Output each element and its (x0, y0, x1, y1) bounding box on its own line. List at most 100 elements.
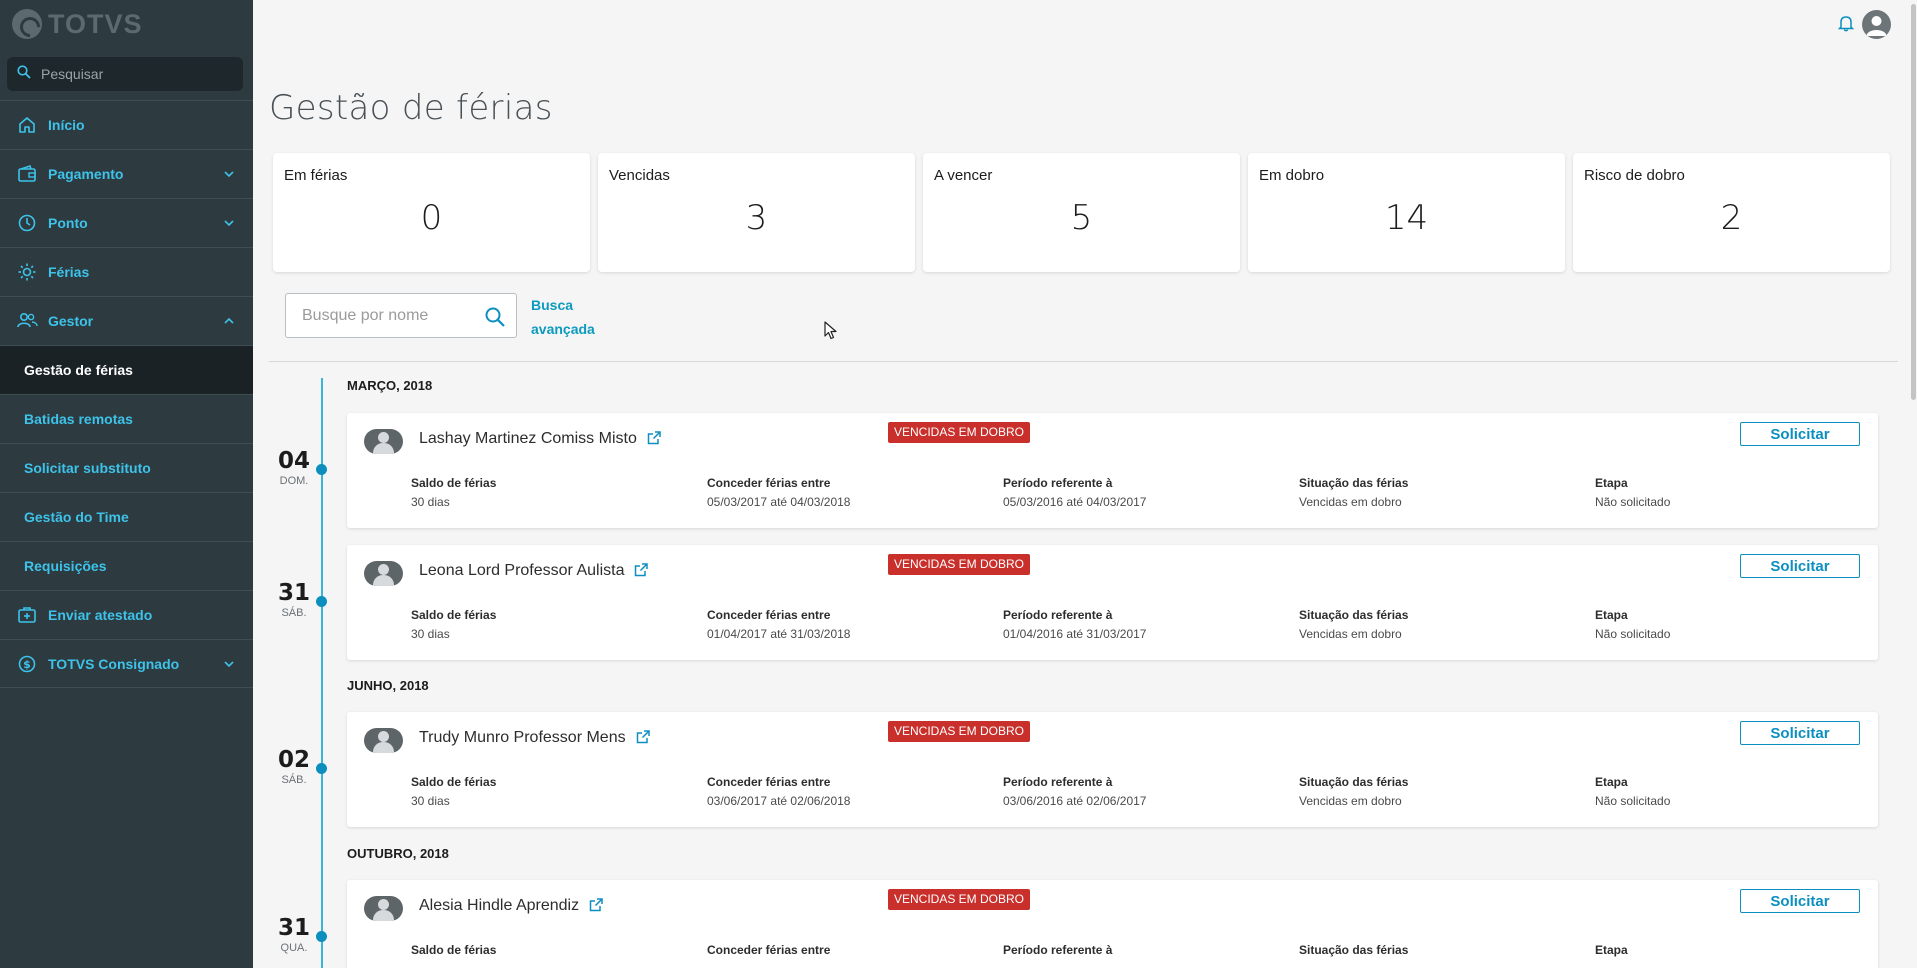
sidebar-search (7, 57, 243, 91)
sidebar-item-pagamento[interactable]: Pagamento (0, 149, 253, 198)
home-icon (16, 114, 38, 136)
weekday: SÁB. (281, 774, 307, 786)
external-link-icon[interactable] (634, 563, 649, 582)
field-periodo: Período referente à (1003, 943, 1113, 957)
divider (269, 361, 1898, 362)
user-avatar[interactable] (1862, 10, 1891, 39)
employee-avatar (364, 728, 403, 753)
advanced-search-link[interactable]: Busca avançada (531, 293, 611, 341)
employee-avatar (364, 429, 403, 454)
stat-card-em-ferias[interactable]: Em férias 0 (273, 153, 590, 272)
sidebar-item-ponto[interactable]: Ponto (0, 198, 253, 247)
field-situacao: Situação das férias Vencidas em dobro (1299, 608, 1409, 641)
stat-card-vencidas[interactable]: Vencidas 3 (598, 153, 915, 272)
sidebar-subitem-label: Solicitar substituto (24, 460, 151, 476)
sidebar-item-totvs-consignado[interactable]: $ TOTVS Consignado (0, 639, 253, 688)
timeline-dot (316, 596, 327, 607)
employee-card: Alesia Hindle Aprendiz VENCIDAS EM DOBRO… (347, 880, 1878, 968)
timeline-dot (316, 464, 327, 475)
advanced-search-line2: avançada (531, 321, 595, 337)
name-search-input[interactable] (302, 306, 472, 325)
sidebar-item-inicio[interactable]: Início (0, 100, 253, 149)
stat-label: Risco de dobro (1584, 167, 1685, 184)
day-number: 02 (277, 747, 310, 773)
solicitar-button[interactable]: Solicitar (1740, 889, 1860, 913)
sidebar-subitem-gestao-de-ferias[interactable]: Gestão de férias (0, 345, 253, 394)
sidebar-subitem-label: Batidas remotas (24, 411, 133, 427)
svg-text:$: $ (23, 658, 31, 671)
chevron-up-icon (223, 314, 235, 332)
sidebar-item-enviar-atestado[interactable]: Enviar atestado (0, 590, 253, 639)
sidebar-item-label: TOTVS Consignado (48, 655, 180, 672)
status-badge: VENCIDAS EM DOBRO (888, 721, 1031, 742)
employee-avatar (364, 896, 403, 921)
sidebar-subitem-solicitar-substituto[interactable]: Solicitar substituto (0, 443, 253, 492)
sidebar-item-ferias[interactable]: Férias (0, 247, 253, 296)
status-badge: VENCIDAS EM DOBRO (888, 422, 1031, 443)
field-periodo: Período referente à 01/04/2016 até 31/03/… (1003, 608, 1147, 641)
stat-label: A vencer (934, 167, 993, 184)
advanced-search-line1: Busca (531, 297, 574, 313)
timeline-date: 31 SÁB. (270, 580, 318, 619)
stat-value: 0 (420, 198, 443, 238)
field-conceder: Conceder férias entre 01/04/2017 até 31/0… (707, 608, 851, 641)
sidebar-search-input[interactable] (41, 66, 231, 82)
sidebar-subitem-requisicoes[interactable]: Requisições (0, 541, 253, 590)
search-icon[interactable] (484, 306, 506, 333)
solicitar-button[interactable]: Solicitar (1740, 422, 1860, 446)
employee-card: Lashay Martinez Comiss Misto VENCIDAS EM… (347, 413, 1878, 528)
weekday: SÁB. (281, 607, 307, 619)
external-link-icon[interactable] (636, 730, 650, 749)
sidebar-subitem-label: Requisições (24, 558, 107, 574)
sidebar-item-label: Ponto (48, 215, 88, 231)
field-periodo: Período referente à 03/06/2016 até 02/06/… (1003, 775, 1147, 808)
field-situacao: Situação das férias (1299, 943, 1409, 957)
stat-value: 3 (745, 198, 768, 238)
name-search (285, 293, 517, 338)
sidebar-subitem-gestao-do-time[interactable]: Gestão do Time (0, 492, 253, 541)
notification-bell-icon[interactable] (1837, 14, 1855, 37)
sun-icon (16, 261, 38, 283)
field-conceder: Conceder férias entre (707, 943, 831, 957)
sidebar: TOTVS Início Pagamento Ponto Férias Gest… (0, 0, 253, 968)
timeline-date: 04 DOM. (270, 448, 318, 487)
field-periodo: Período referente à 05/03/2016 até 04/03/… (1003, 476, 1147, 509)
solicitar-button[interactable]: Solicitar (1740, 554, 1860, 578)
field-saldo: Saldo de férias (411, 943, 497, 957)
sidebar-item-gestor[interactable]: Gestor (0, 296, 253, 345)
stat-value: 14 (1384, 198, 1429, 238)
medical-kit-icon (16, 604, 38, 626)
sidebar-subitem-label: Gestão do Time (24, 509, 129, 525)
logo-text: TOTVS (48, 8, 143, 39)
totvs-logo[interactable]: TOTVS (12, 8, 143, 40)
field-saldo: Saldo de férias 30 dias (411, 775, 497, 808)
scrollbar-thumb[interactable] (1911, 4, 1916, 400)
field-situacao: Situação das férias Vencidas em dobro (1299, 775, 1409, 808)
weekday: QUA. (280, 942, 308, 954)
team-icon (16, 310, 38, 332)
stat-card-risco-de-dobro[interactable]: Risco de dobro 2 (1573, 153, 1890, 272)
sidebar-subitem-batidas-remotas[interactable]: Batidas remotas (0, 394, 253, 443)
field-saldo: Saldo de férias 30 dias (411, 608, 497, 641)
day-number: 31 (277, 915, 310, 941)
solicitar-button[interactable]: Solicitar (1740, 721, 1860, 745)
field-saldo: Saldo de férias 30 dias (411, 476, 497, 509)
stat-value: 5 (1070, 198, 1093, 238)
totvs-logo-icon (12, 9, 42, 39)
field-situacao: Situação das férias Vencidas em dobro (1299, 476, 1409, 509)
sidebar-item-label: Enviar atestado (48, 607, 153, 623)
timeline-date: 31 QUA. (270, 915, 318, 954)
stat-value: 2 (1720, 198, 1743, 238)
employee-card: Trudy Munro Professor Mens VENCIDAS EM D… (347, 712, 1878, 827)
external-link-icon[interactable] (589, 898, 603, 917)
field-etapa: Etapa Não solicitado (1595, 476, 1671, 509)
employee-avatar (364, 561, 403, 586)
external-link-icon[interactable] (647, 431, 661, 450)
stat-label: Em dobro (1259, 167, 1325, 184)
stat-card-a-vencer[interactable]: A vencer 5 (923, 153, 1240, 272)
sidebar-menu: Início Pagamento Ponto Férias Gestor Ges… (0, 100, 253, 688)
dollar-circle-icon: $ (16, 653, 38, 675)
field-conceder: Conceder férias entre 03/06/2017 até 02/0… (707, 775, 851, 808)
stat-card-em-dobro[interactable]: Em dobro 14 (1248, 153, 1565, 272)
field-etapa: Etapa Não solicitado (1595, 775, 1671, 808)
